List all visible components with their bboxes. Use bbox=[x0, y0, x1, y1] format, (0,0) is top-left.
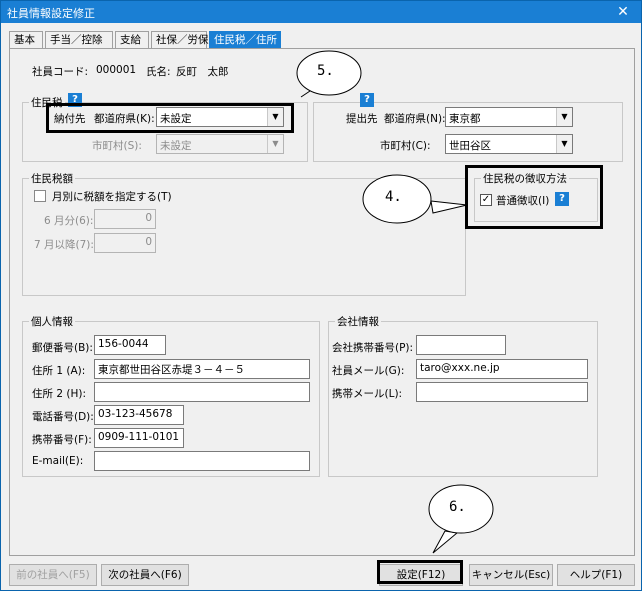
callout-6 bbox=[428, 484, 494, 554]
callout-bubbles bbox=[296, 50, 494, 554]
dialog-window: 社員情報設定修正 ✕ 基本 手当／控除 支給 社保／労保 住民税／住所 社員コー… bbox=[0, 0, 642, 591]
callout-4 bbox=[362, 174, 468, 224]
